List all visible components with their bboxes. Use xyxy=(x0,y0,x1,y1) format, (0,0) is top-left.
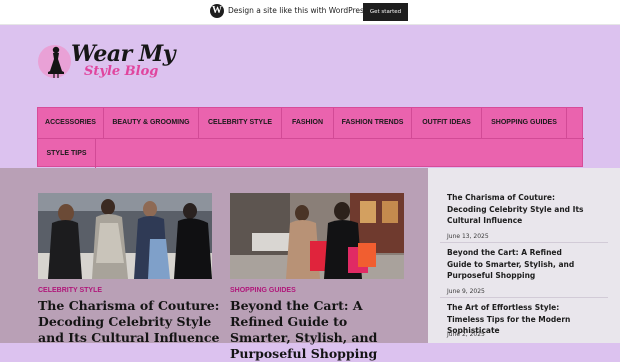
post-thumbnail-celebrity[interactable] xyxy=(38,193,212,279)
post-category-link[interactable]: CELEBRITY STYLE xyxy=(38,287,102,294)
post-title-link[interactable]: The Charisma of Couture: Decoding Celebr… xyxy=(38,298,220,346)
nav-item-celebrity-style[interactable]: CELEBRITY STYLE xyxy=(199,108,282,138)
main-navigation: ACCESSORIES BEAUTY & GROOMING CELEBRITY … xyxy=(37,107,584,169)
wordpress-banner: W Design a site like this with WordPress… xyxy=(0,0,620,25)
get-started-button[interactable]: Get started xyxy=(363,3,408,21)
nav-item-outfit-ideas[interactable]: OUTFIT IDEAS xyxy=(412,108,482,138)
nav-item-accessories[interactable]: ACCESSORIES xyxy=(38,108,104,138)
nav-item-shopping-guides[interactable]: SHOPPING GUIDES xyxy=(482,108,567,138)
wordpress-logo-icon[interactable]: W xyxy=(210,4,224,18)
fashion-figure-icon xyxy=(48,46,64,78)
sidebar-divider xyxy=(440,297,608,298)
nav-item-fashion[interactable]: FASHION xyxy=(282,108,334,138)
post-category-link[interactable]: SHOPPING GUIDES xyxy=(230,287,296,294)
post-thumbnail-shopping[interactable] xyxy=(230,193,404,279)
nav-item-fashion-trends[interactable]: FASHION TRENDS xyxy=(334,108,412,138)
sidebar-post-date: June 13, 2025 xyxy=(447,233,489,240)
sidebar-post-link[interactable]: The Charisma of Couture: Decoding Celebr… xyxy=(447,192,587,227)
sidebar-post-date: June 2, 2025 xyxy=(447,331,485,338)
sidebar-post-link[interactable]: Beyond the Cart: A Refined Guide to Smar… xyxy=(447,247,587,282)
nav-item-beauty-grooming[interactable]: BEAUTY & GROOMING xyxy=(104,108,199,138)
nav-item-style-tips[interactable]: STYLE TIPS xyxy=(38,139,96,169)
logo-title-line2: Style Blog xyxy=(84,64,159,79)
sidebar-divider xyxy=(440,242,608,243)
sidebar-post-date: June 9, 2025 xyxy=(447,288,485,295)
post-title-link[interactable]: Beyond the Cart: A Refined Guide to Smar… xyxy=(230,298,412,362)
nav-divider xyxy=(38,138,584,139)
